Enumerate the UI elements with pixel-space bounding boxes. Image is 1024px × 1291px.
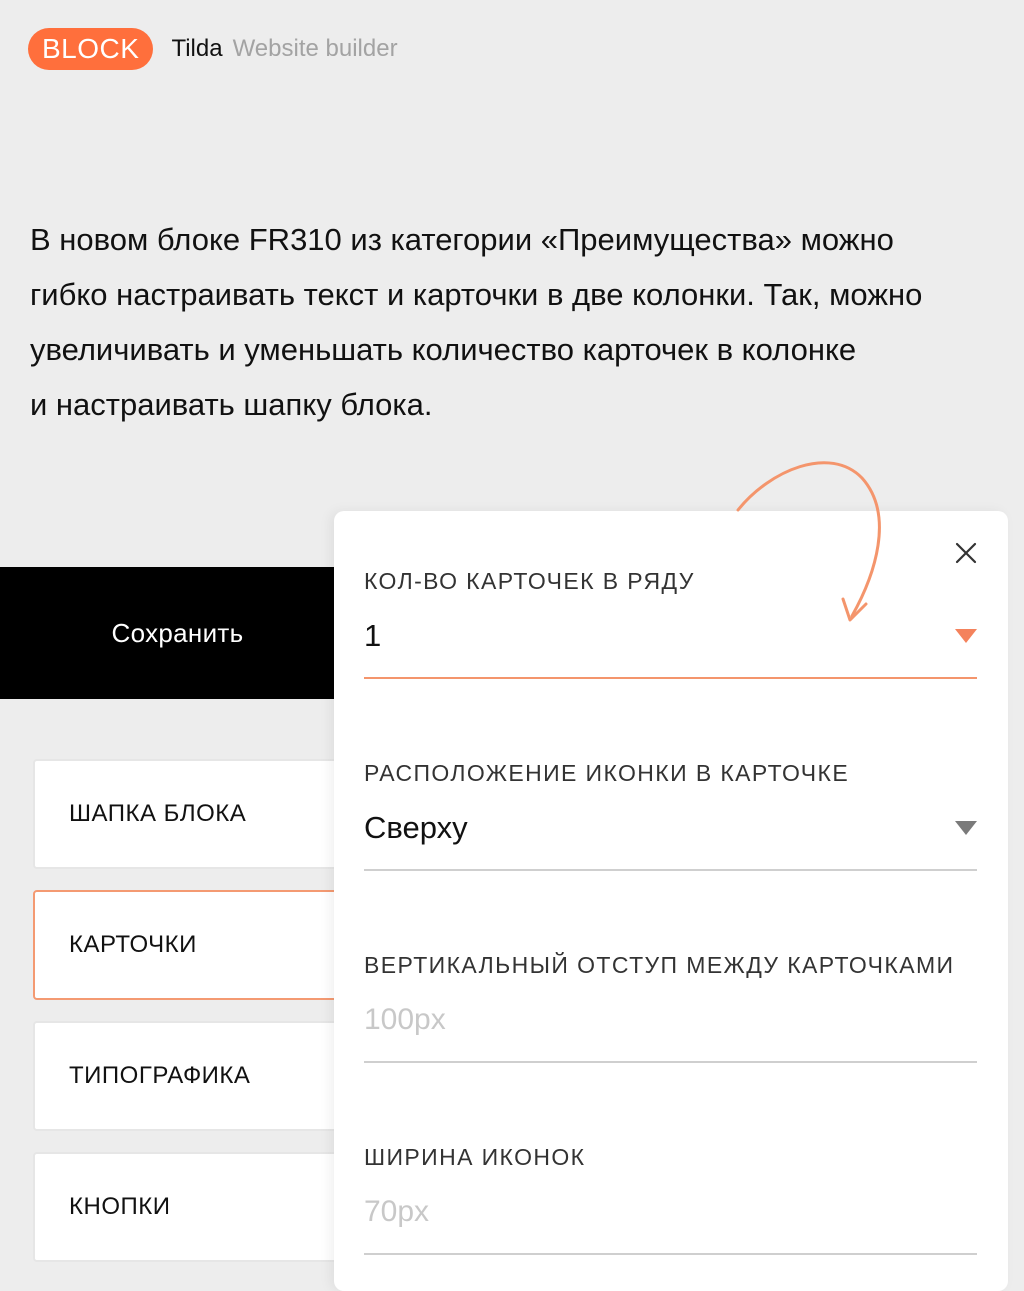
- sidebar-item-cards[interactable]: КАРТОЧКИ: [33, 890, 373, 1000]
- cards-per-row-field: КОЛ-ВО КАРТОЧЕК В РЯДУ 1: [364, 567, 977, 679]
- sidebar-item-block-header[interactable]: ШАПКА БЛОКА: [33, 759, 373, 869]
- vertical-gap-input[interactable]: 100px: [364, 999, 977, 1063]
- close-icon: [955, 542, 977, 564]
- block-badge: BLOCK: [28, 28, 154, 70]
- description-text: В новом блоке FR310 из категории «Преиму…: [30, 222, 923, 422]
- sidebar-item-buttons[interactable]: КНОПКИ: [33, 1152, 373, 1262]
- chevron-down-icon: [955, 629, 977, 643]
- sidebar-item-label: ТИПОГРАФИКА: [69, 1062, 251, 1089]
- sidebar-item-label: КАРТОЧКИ: [69, 931, 197, 958]
- vertical-gap-label: ВЕРТИКАЛЬНЫЙ ОТСТУП МЕЖДУ КАРТОЧКАМИ: [364, 952, 955, 978]
- vertical-gap-placeholder: 100px: [364, 1003, 446, 1036]
- cards-per-row-select[interactable]: 1: [364, 615, 977, 679]
- icon-position-label: РАСПОЛОЖЕНИЕ ИКОНКИ В КАРТОЧКЕ: [364, 760, 850, 786]
- icon-width-input[interactable]: 70px: [364, 1191, 977, 1255]
- top-bar: BLOCK Tilda Website builder: [28, 28, 398, 70]
- icon-width-field: ШИРИНА ИКОНОК 70px: [364, 1143, 977, 1255]
- icon-position-select[interactable]: Сверху: [364, 807, 977, 871]
- sidebar-item-label: ШАПКА БЛОКА: [69, 800, 247, 827]
- settings-panel: КОЛ-ВО КАРТОЧЕК В РЯДУ 1 РАСПОЛОЖЕНИЕ ИК…: [334, 511, 1008, 1291]
- icon-width-placeholder: 70px: [364, 1195, 430, 1228]
- sidebar-item-typography[interactable]: ТИПОГРАФИКА: [33, 1021, 373, 1131]
- close-button[interactable]: [952, 539, 980, 567]
- cards-per-row-value: 1: [364, 618, 382, 653]
- icon-position-field: РАСПОЛОЖЕНИЕ ИКОНКИ В КАРТОЧКЕ Сверху: [364, 759, 977, 871]
- icon-width-label: ШИРИНА ИКОНОК: [364, 1144, 586, 1170]
- save-button-label: Сохранить: [111, 617, 244, 648]
- chevron-down-icon: [955, 821, 977, 835]
- sidebar-item-label: КНОПКИ: [69, 1193, 171, 1220]
- brand-name: Tilda: [171, 35, 223, 62]
- save-button[interactable]: Сохранить: [0, 567, 360, 699]
- brand-tagline: Website builder: [232, 35, 398, 62]
- vertical-gap-field: ВЕРТИКАЛЬНЫЙ ОТСТУП МЕЖДУ КАРТОЧКАМИ 100…: [364, 951, 977, 1063]
- cards-per-row-label: КОЛ-ВО КАРТОЧЕК В РЯДУ: [364, 568, 695, 594]
- icon-position-value: Сверху: [364, 810, 468, 845]
